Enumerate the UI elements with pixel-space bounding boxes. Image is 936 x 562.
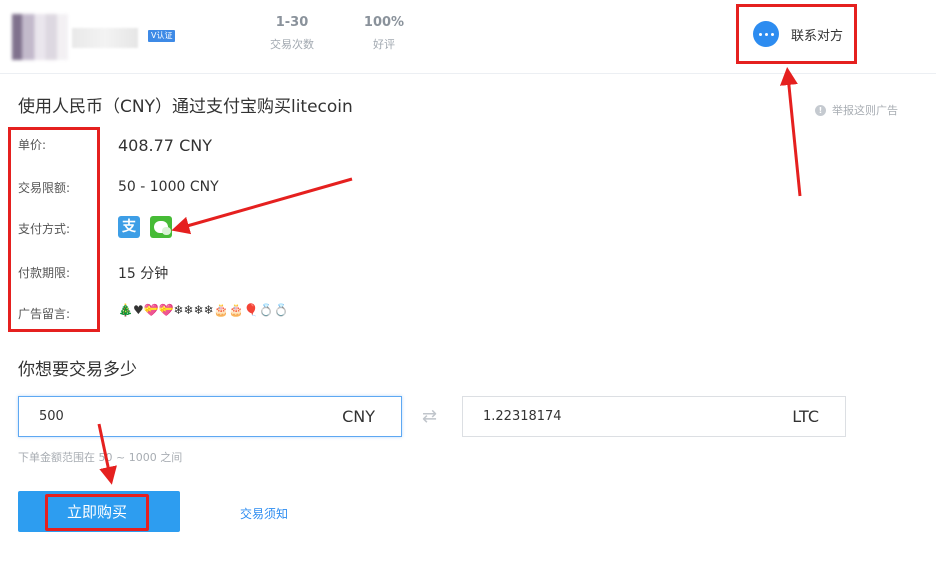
label-ad-message: 广告留言:	[18, 307, 71, 321]
ltc-amount-value: 1.22318174	[483, 409, 562, 424]
chat-bubble-icon	[753, 21, 779, 47]
stat-positive-rating: 100% 好评	[354, 14, 414, 54]
stat-trade-count: 1-30 交易次数	[262, 14, 322, 54]
cny-unit-label: CNY	[342, 407, 375, 426]
seller-name-blurred	[72, 28, 138, 48]
report-ad-label: 举报这则广告	[832, 104, 898, 117]
unit-price-value: 408.77 CNY	[118, 136, 212, 155]
wechat-pay-icon	[150, 216, 172, 238]
seller-avatar[interactable]	[12, 14, 68, 60]
trade-amount-title: 你想要交易多少	[18, 360, 137, 380]
payment-window-value: 15 分钟	[118, 266, 169, 282]
swap-arrows-icon: ⇄	[422, 406, 438, 427]
stat-value: 1-30	[275, 15, 309, 30]
ltc-amount-input[interactable]: 1.22318174 LTC	[462, 396, 846, 437]
seller-header: V认证 1-30 交易次数 100% 好评 联系对方	[0, 0, 936, 74]
arrow-to-contact-button	[779, 67, 802, 197]
label-unit-price: 单价:	[18, 138, 47, 152]
stat-value: 100%	[363, 15, 405, 30]
info-icon: !	[815, 104, 826, 116]
contact-seller-label: 联系对方	[791, 28, 844, 44]
ad-message-value: 🎄♥💝💝❄❄❄❄🎂🎂🎈💍💍	[118, 303, 289, 317]
contact-seller-button[interactable]: 联系对方	[736, 4, 857, 64]
label-payment-window: 付款期限:	[18, 266, 71, 280]
label-payment-method: 支付方式:	[18, 222, 71, 236]
label-trade-limit: 交易限额:	[18, 181, 71, 195]
alipay-icon: 支	[118, 216, 140, 238]
report-ad-link[interactable]: ! 举报这则广告	[815, 102, 898, 118]
stat-label: 好评	[373, 38, 395, 51]
ltc-unit-label: LTC	[792, 407, 819, 426]
amount-range-hint: 下单金额范围在 50 ~ 1000 之间	[18, 451, 183, 464]
verified-badge: V认证	[148, 30, 176, 42]
cny-amount-input[interactable]: 500 CNY	[18, 396, 402, 437]
ad-title: 使用人民币（CNY）通过支付宝购买litecoin	[18, 97, 353, 117]
cny-amount-value: 500	[39, 409, 64, 424]
trade-notice-link[interactable]: 交易须知	[240, 505, 288, 522]
buy-now-label[interactable]: 立即购买	[45, 494, 149, 531]
stat-label: 交易次数	[270, 38, 314, 51]
trade-limit-value: 50 - 1000 CNY	[118, 179, 219, 195]
